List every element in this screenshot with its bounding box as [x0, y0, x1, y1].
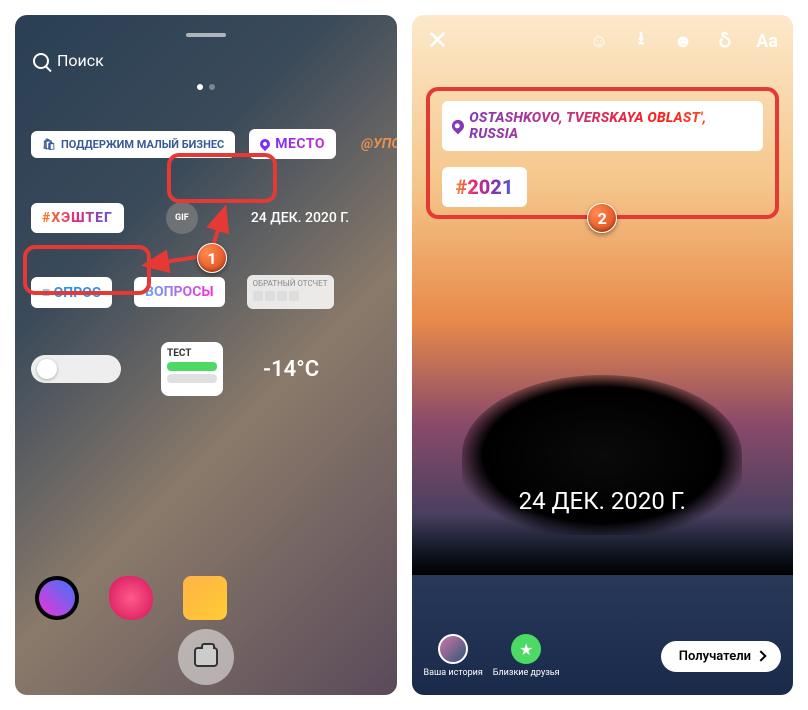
text-tool-label: Aa	[756, 31, 778, 52]
avatar-icon	[438, 634, 468, 664]
sticker-date[interactable]: 24 ДЕК. 2020 Г.	[240, 203, 360, 233]
page-dots	[15, 84, 397, 110]
your-story-button[interactable]: Ваша история	[424, 634, 483, 678]
sticker-temperature[interactable]: -14°C	[263, 357, 319, 382]
sticker-slider[interactable]	[31, 355, 121, 383]
draw-icon[interactable]: Ⴢ	[713, 29, 737, 53]
sticker-label: @УПОМИНАНИЕ	[361, 136, 397, 152]
share-bar: Ваша история ★ Близкие друзья Получатели	[412, 617, 794, 695]
location-pin-icon	[449, 118, 466, 135]
recipients-label: Получатели	[679, 649, 751, 664]
bag-icon: 🛍	[42, 138, 56, 151]
slider-thumb[interactable]	[37, 359, 57, 379]
hashtag-label: #2021	[456, 175, 514, 199]
editor-toolbar: ✕ ☺ ⭳ ☻ Ⴢ Aa	[412, 15, 794, 67]
sticker-tray-panel: Поиск 🛍 ПОДДЕРЖИМ МАЛЫЙ БИЗНЕС МЕСТО @УП…	[15, 15, 397, 695]
sticker-countdown[interactable]: ОБРАТНЫЙ ОТСЧЕТ	[247, 275, 334, 310]
sticker-label: ОБРАТНЫЙ ОТСЧЕТ	[253, 279, 328, 289]
animated-stickers-row	[15, 576, 247, 620]
sticker-gif[interactable]: GIF	[166, 202, 198, 234]
camera-icon	[194, 647, 218, 667]
sticker-label: -14°C	[263, 357, 319, 382]
date-overlay[interactable]: 24 ДЕК. 2020 Г.	[412, 487, 794, 515]
date-label: 24 ДЕК. 2020 Г.	[519, 487, 686, 515]
tutorial-marker-2: 2	[587, 203, 617, 233]
sticker-mention[interactable]: @УПОМИНАНИЕ	[350, 129, 397, 159]
star-icon: ★	[511, 634, 541, 664]
search-placeholder: Поиск	[57, 51, 104, 70]
search-icon	[33, 53, 49, 69]
recipients-button[interactable]: Получатели	[661, 641, 781, 672]
chevron-right-icon	[755, 650, 766, 661]
sticker-label: ПОДДЕРЖИМ МАЛЫЙ БИЗНЕС	[61, 138, 224, 151]
sticker-icon[interactable]: ☻	[671, 29, 695, 53]
drawer-handle[interactable]	[186, 33, 226, 37]
sticker-hashtag[interactable]: #ХЭШТЕГ	[31, 203, 124, 233]
animated-sticker-2[interactable]	[109, 576, 153, 620]
page-dot-1[interactable]	[197, 84, 203, 90]
sticker-label: ВОПРОСЫ	[145, 284, 214, 300]
sticker-label: ТЕСТ	[167, 348, 217, 359]
placed-hashtag-sticker[interactable]: #2021	[442, 167, 528, 207]
download-icon[interactable]: ⭳	[629, 29, 653, 53]
animated-sticker-1[interactable]	[35, 576, 79, 620]
placed-location-sticker[interactable]: OSTASHKOVO, TVERSKAYA OBLAST', RUSSIA	[442, 101, 764, 151]
page-dot-2[interactable]	[209, 84, 215, 90]
sticker-location[interactable]: МЕСТО	[249, 129, 336, 159]
sticker-label: GIF	[175, 213, 189, 223]
close-button[interactable]: ✕	[426, 29, 450, 53]
sticker-poll[interactable]: ≡ ОПРОС	[31, 277, 112, 308]
face-filter-icon[interactable]: ☺	[587, 29, 611, 53]
sticker-questions[interactable]: ВОПРОСЫ	[134, 277, 225, 307]
search-bar[interactable]: Поиск	[15, 45, 397, 84]
sticker-small-business[interactable]: 🛍 ПОДДЕРЖИМ МАЛЫЙ БИЗНЕС	[31, 131, 235, 158]
your-story-label: Ваша история	[424, 668, 483, 678]
sticker-label: МЕСТО	[275, 136, 325, 152]
sticker-quiz[interactable]: ТЕСТ	[161, 342, 223, 396]
story-editor: ✕ ☺ ⭳ ☻ Ⴢ Aa OSTASHKOVO, TVERSKAYA OBLAS…	[412, 15, 794, 695]
marker-number: 2	[598, 209, 607, 228]
close-friends-label: Близкие друзья	[493, 668, 560, 678]
location-pin-icon	[258, 137, 272, 151]
close-friends-button[interactable]: ★ Близкие друзья	[493, 634, 560, 678]
sticker-grid: 🛍 ПОДДЕРЖИМ МАЛЫЙ БИЗНЕС МЕСТО @УПОМИНАН…	[15, 110, 397, 406]
sticker-label: 24 ДЕК. 2020 Г.	[251, 210, 349, 226]
sticker-label: #ХЭШТЕГ	[42, 210, 113, 226]
animated-sticker-3[interactable]	[183, 576, 227, 620]
camera-button[interactable]	[178, 629, 234, 685]
sticker-label: ≡ ОПРОС	[42, 284, 101, 301]
text-tool-button[interactable]: Aa	[755, 29, 779, 53]
location-label: OSTASHKOVO, TVERSKAYA OBLAST', RUSSIA	[469, 110, 753, 142]
